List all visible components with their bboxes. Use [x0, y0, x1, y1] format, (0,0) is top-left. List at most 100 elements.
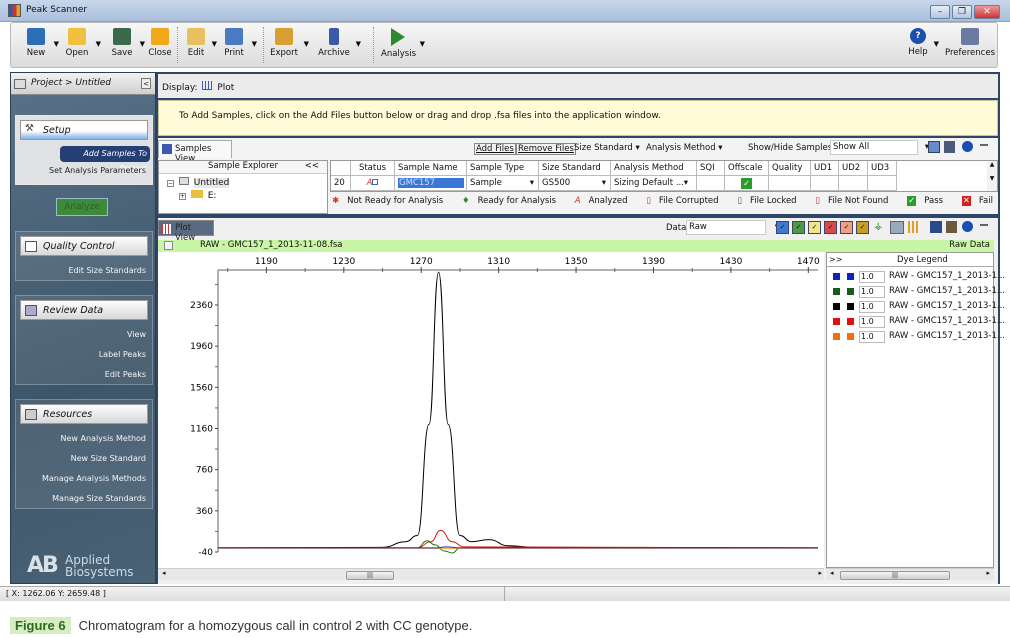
- dye-legend-row[interactable]: 1.0 RAW - GMC157_1_2013-1...: [827, 300, 1005, 314]
- column-header-size-standard[interactable]: Size Standard: [539, 161, 611, 176]
- file-select-checkbox[interactable]: [164, 241, 173, 250]
- dye-toggle-button[interactable]: ✓: [776, 221, 789, 234]
- preferences-button[interactable]: Preferences: [945, 26, 995, 58]
- legend-horizontal-scrollbar[interactable]: ◂ ||| ▸: [826, 568, 994, 580]
- resources-header[interactable]: Resources: [20, 404, 148, 424]
- dye-legend-row[interactable]: 1.0 RAW - GMC157_1_2013-1...: [827, 285, 1005, 299]
- column-header-quality[interactable]: Quality: [769, 161, 811, 176]
- new-button[interactable]: New ▼: [23, 26, 59, 58]
- review-data-header[interactable]: Review Data: [20, 300, 148, 320]
- show-hide-samples-select[interactable]: Show All ▾: [830, 140, 929, 155]
- minimize-panel-icon[interactable]: [980, 224, 988, 226]
- collapse-sidebar-button[interactable]: <: [141, 78, 151, 89]
- close-window-button[interactable]: ✕: [974, 5, 1000, 19]
- minimize-button[interactable]: –: [930, 5, 950, 19]
- dye-color-swatch[interactable]: [847, 273, 854, 280]
- help-dropdown-arrow[interactable]: ▼: [934, 40, 939, 48]
- new-analysis-method-link[interactable]: New Analysis Method: [16, 430, 152, 450]
- dye-toggle-button[interactable]: ✓: [792, 221, 805, 234]
- column-header-analysis-method[interactable]: Analysis Method: [611, 161, 697, 176]
- setup-header[interactable]: ⚒ Setup: [20, 120, 148, 140]
- dye-color-swatch[interactable]: [833, 333, 840, 340]
- column-header-sqi[interactable]: SQI: [697, 161, 725, 176]
- tree-expand-icon[interactable]: +: [179, 193, 186, 200]
- edit-size-standards-link[interactable]: Edit Size Standards: [16, 262, 152, 282]
- peaks-icon[interactable]: [908, 221, 920, 233]
- size-standard-menu[interactable]: Size Standard ▾: [574, 143, 640, 153]
- help-button[interactable]: ? Help ▼: [907, 26, 939, 57]
- dye-toggle-button[interactable]: ✓: [856, 221, 869, 234]
- minimize-panel-icon[interactable]: [980, 144, 988, 146]
- column-header-sample-type[interactable]: Sample Type: [467, 161, 539, 176]
- size-standard-cell[interactable]: GS500 ▾: [539, 176, 611, 191]
- save-dropdown-arrow[interactable]: ▼: [140, 40, 145, 48]
- column-header-offscale[interactable]: Offscale: [725, 161, 769, 176]
- help-icon[interactable]: [962, 141, 973, 152]
- dye-scale-input[interactable]: 1.0: [859, 316, 885, 328]
- expand-legend-button[interactable]: >>: [829, 255, 842, 264]
- dye-scale-input[interactable]: 1.0: [859, 271, 885, 283]
- tree-node-drive[interactable]: + E:: [159, 188, 327, 202]
- plot-horizontal-scrollbar[interactable]: ◂ ||| ▸: [158, 568, 824, 580]
- ud1-cell[interactable]: [811, 176, 839, 191]
- tree-expand-icon[interactable]: −: [167, 180, 174, 187]
- remove-files-button[interactable]: Remove Files: [516, 143, 576, 155]
- quality-control-header[interactable]: Quality Control: [20, 236, 148, 256]
- electropherogram-chart[interactable]: 1190 1230 1270 1310 1350 1390 1430 1470 -40 360 76…: [158, 252, 824, 568]
- analysis-dropdown-arrow[interactable]: ▼: [420, 40, 425, 48]
- analysis-method-menu[interactable]: Analysis Method ▾: [646, 143, 723, 153]
- new-dropdown-arrow[interactable]: ▼: [54, 40, 59, 48]
- add-samples-to-project-link[interactable]: Add Samples To Project: [60, 146, 150, 173]
- dye-color-swatch[interactable]: [833, 303, 840, 310]
- restore-button[interactable]: ❐: [952, 5, 972, 19]
- dye-color-swatch[interactable]: [847, 318, 854, 325]
- edit-button[interactable]: Edit ▼: [185, 26, 217, 58]
- dye-scale-input[interactable]: 1.0: [859, 301, 885, 313]
- dye-toggle-button[interactable]: ✓: [824, 221, 837, 234]
- calculator-icon[interactable]: [944, 141, 955, 153]
- table-settings-icon[interactable]: [928, 141, 940, 153]
- analyze-button[interactable]: Analyze: [56, 198, 108, 216]
- export-button[interactable]: Export ▼: [269, 26, 309, 58]
- dye-color-swatch[interactable]: [833, 318, 840, 325]
- dye-color-swatch[interactable]: [847, 303, 854, 310]
- open-button[interactable]: Open ▼: [63, 26, 101, 58]
- collapse-explorer-button[interactable]: <<: [305, 161, 319, 171]
- table-icon[interactable]: [930, 221, 942, 233]
- help-icon[interactable]: [962, 221, 973, 232]
- overlay-icon[interactable]: ⚶: [874, 221, 886, 233]
- print-dropdown-arrow[interactable]: ▼: [252, 40, 257, 48]
- analysis-button[interactable]: Analysis ▼: [381, 26, 425, 59]
- save-button[interactable]: Save ▼: [109, 26, 145, 58]
- set-analysis-parameters-link[interactable]: Set Analysis Parameters: [16, 162, 152, 182]
- dye-color-swatch[interactable]: [847, 333, 854, 340]
- ud3-cell[interactable]: [868, 176, 897, 191]
- new-size-standard-link[interactable]: New Size Standard: [16, 450, 152, 470]
- print-button[interactable]: Print ▼: [221, 26, 257, 58]
- dye-legend-row[interactable]: 1.0 RAW - GMC157_1_2013-1...: [827, 315, 1005, 329]
- analysis-method-cell[interactable]: Sizing Default ... ▾: [611, 176, 697, 191]
- label-peaks-link[interactable]: Label Peaks: [16, 346, 152, 366]
- tab-samples-view[interactable]: Samples View: [158, 140, 232, 164]
- data-type-select[interactable]: Raw▾: [686, 220, 779, 235]
- column-header-ud2[interactable]: UD2: [839, 161, 868, 176]
- scroll-thumb[interactable]: |||: [840, 571, 950, 580]
- sample-name-cell[interactable]: GMC157: [395, 176, 467, 191]
- manage-size-standards-link[interactable]: Manage Size Standards: [16, 490, 152, 510]
- edit-dropdown-arrow[interactable]: ▼: [212, 40, 217, 48]
- sample-type-cell[interactable]: Sample ▾: [467, 176, 539, 191]
- column-header-status[interactable]: Status: [351, 161, 395, 176]
- column-header-sample-name[interactable]: Sample Name: [395, 161, 467, 176]
- export-dropdown-arrow[interactable]: ▼: [304, 40, 309, 48]
- scroll-left-arrow[interactable]: ◂: [830, 569, 834, 577]
- archive-dropdown-arrow[interactable]: ▼: [356, 40, 361, 48]
- view-link[interactable]: View: [16, 326, 152, 346]
- bar-chart-icon[interactable]: [890, 221, 904, 234]
- dye-toggle-button[interactable]: ✓: [808, 221, 821, 234]
- scroll-thumb[interactable]: |||: [346, 571, 394, 580]
- close-button[interactable]: Close: [147, 26, 173, 58]
- display-value[interactable]: Plot: [217, 83, 234, 93]
- dye-legend-row[interactable]: 1.0 RAW - GMC157_1_2013-1...: [827, 330, 1005, 344]
- dye-scale-input[interactable]: 1.0: [859, 286, 885, 298]
- manage-analysis-methods-link[interactable]: Manage Analysis Methods: [16, 470, 152, 490]
